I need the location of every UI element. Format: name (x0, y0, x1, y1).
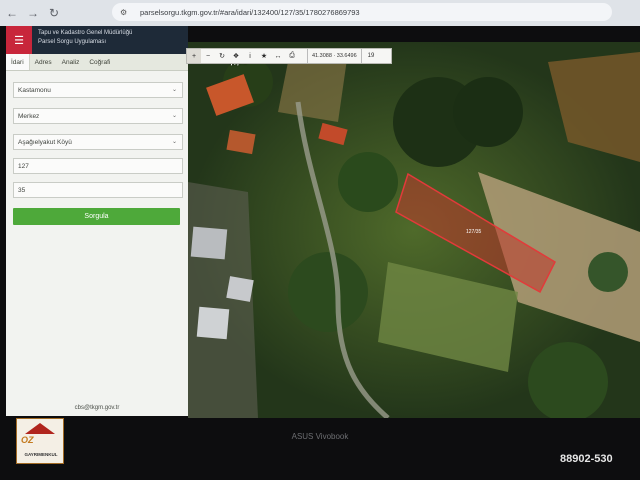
ilce-value: Merkez (18, 112, 40, 120)
app-title-line1: Tapu ve Kadastro Genel Müdürlüğü (38, 30, 133, 36)
tab-analiz[interactable]: Analiz (57, 54, 85, 70)
mahalle-value: Aşağıelyakut Köyü (18, 138, 72, 146)
tab-adres[interactable]: Adres (30, 54, 57, 70)
tab-idari[interactable]: İdari (6, 54, 30, 70)
locate-icon[interactable]: ❖ (229, 49, 243, 63)
house-roof-icon (25, 423, 55, 434)
back-icon[interactable]: ← (3, 4, 21, 22)
lock-icon: ⚙ (120, 7, 128, 17)
il-value: Kastamonu (18, 86, 51, 94)
address-bar[interactable]: ⚙ parselsorgu.tkgm.gov.tr/#ara/idari/132… (112, 3, 612, 21)
zoom-in-icon[interactable]: + (187, 49, 201, 63)
map-imagery (188, 42, 640, 418)
app-header: ☰ Tapu ve Kadastro Genel Müdürlüğü Parse… (6, 26, 188, 54)
coordinate-readout: 41.3088 · 33.6496 (307, 49, 362, 63)
mahalle-select[interactable]: Aşağıelyakut Köyü ⌄ (13, 134, 183, 150)
ada-input[interactable]: 127 (13, 158, 183, 174)
agency-logo: OZ GAYRIMENKUL (16, 418, 64, 464)
map-toolbar: + − ↻ ❖ i ★ ↔ ⎙ 41.3088 · 33.6496 19 (186, 48, 392, 64)
parsel-input[interactable]: 35 (13, 182, 183, 198)
star-icon[interactable]: ★ (257, 49, 271, 63)
chevron-down-icon: ⌄ (171, 87, 177, 93)
listing-reference: 88902-530 (560, 453, 613, 465)
menu-icon[interactable]: ☰ (6, 26, 32, 54)
chevron-down-icon: ⌄ (171, 139, 177, 145)
ilce-select[interactable]: Merkez ⌄ (13, 108, 183, 124)
address-url: parselsorgu.tkgm.gov.tr/#ara/idari/13240… (140, 7, 360, 17)
footer-email[interactable]: cbs@tkgm.gov.tr (6, 405, 188, 411)
parcel-label: 127/35 (466, 229, 482, 235)
parsel-value: 35 (18, 186, 26, 194)
refresh-icon[interactable]: ↻ (215, 49, 229, 63)
tab-bar: İdari Adres Analiz Coğrafi (6, 54, 188, 71)
satellite-map[interactable]: Aşağıelyakut 127/35 (188, 42, 640, 418)
app-title: Tapu ve Kadastro Genel Müdürlüğü Parsel … (38, 29, 132, 47)
sorgula-button[interactable]: Sorgula (13, 208, 180, 225)
logo-subtitle: GAYRIMENKUL (24, 452, 58, 457)
il-select[interactable]: Kastamonu ⌄ (13, 82, 183, 98)
reload-icon[interactable]: ↻ (45, 4, 63, 22)
info-icon[interactable]: i (243, 49, 257, 63)
browser-bar: ← → ↻ ⚙ parselsorgu.tkgm.gov.tr/#ara/ida… (0, 0, 640, 26)
chevron-down-icon: ⌄ (171, 113, 177, 119)
forward-icon[interactable]: → (24, 4, 42, 22)
laptop-brand: ASUS Vivobook (291, 432, 349, 441)
tab-cografi[interactable]: Coğrafi (84, 54, 115, 70)
app-title-line2: Parsel Sorgu Uygulaması (38, 39, 107, 45)
query-panel: İdari Adres Analiz Coğrafi Kastamonu ⌄ M… (6, 54, 188, 416)
zoom-level: 19 (367, 53, 375, 59)
ada-value: 127 (18, 162, 29, 170)
logo-brand: OZ (21, 435, 34, 445)
measure-icon[interactable]: ↔ (271, 49, 285, 63)
zoom-out-icon[interactable]: − (201, 49, 215, 63)
print-icon[interactable]: ⎙ (285, 49, 299, 63)
